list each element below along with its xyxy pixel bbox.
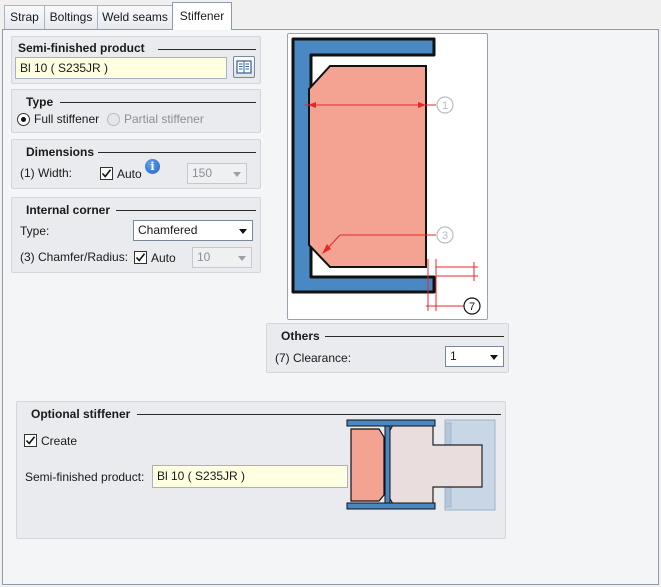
others-title: Others [281, 329, 320, 343]
dimensions-title: Dimensions [26, 145, 95, 159]
group-divider [137, 414, 501, 415]
chamfer-radius-label: (3) Chamfer/Radius: [20, 250, 129, 264]
create-label: Create [41, 434, 78, 448]
semi-finished-group: Semi-finished product Bl 10 ( S235JR ) [11, 36, 261, 84]
chamfer-value: 10 [197, 250, 211, 264]
info-icon[interactable]: i [145, 159, 160, 174]
chevron-down-icon [239, 229, 247, 234]
others-group: Others (7) Clearance: 1 [266, 323, 509, 373]
group-divider [60, 102, 256, 103]
width-auto-checkbox[interactable] [100, 167, 113, 180]
catalog-icon [236, 60, 252, 74]
group-divider [325, 336, 504, 337]
chamfer-dropdown[interactable]: 10 [192, 247, 252, 268]
partial-stiffener-label: Partial stiffener [124, 112, 204, 126]
marker-1: 1 [442, 100, 448, 112]
semi-finished-title: Semi-finished product [18, 41, 145, 55]
tab-boltings[interactable]: Boltings [44, 5, 98, 29]
optional-stiffener-preview [346, 419, 496, 511]
type-group: Type Full stiffener Partial stiffener [11, 89, 261, 133]
tab-weld-seams[interactable]: Weld seams [97, 5, 173, 29]
chamfer-auto-label: Auto [151, 251, 176, 265]
optional-stiffener-title: Optional stiffener [31, 407, 131, 421]
optional-product-field[interactable]: Bl 10 ( S235JR ) [152, 465, 348, 488]
internal-corner-title: Internal corner [26, 203, 111, 217]
chevron-down-icon [490, 355, 498, 360]
width-dropdown[interactable]: 150 [187, 163, 247, 184]
channel-section-drawing: 1 3 7 [291, 37, 481, 315]
stiffener-page: Semi-finished product Bl 10 ( S235JR ) T… [2, 29, 659, 585]
optional-product-label: Semi-finished product: [25, 470, 145, 484]
width-auto-label: Auto [117, 167, 142, 181]
clearance-dropdown[interactable]: 1 [445, 346, 504, 367]
type-title: Type [26, 95, 54, 109]
full-stiffener-label: Full stiffener [34, 112, 100, 126]
clearance-label: (7) Clearance: [275, 351, 352, 365]
corner-type-value: Chamfered [138, 223, 198, 237]
internal-corner-group: Internal corner Type: Chamfered (3) Cham… [11, 197, 261, 273]
group-divider [116, 210, 256, 211]
corner-type-label: Type: [20, 224, 50, 238]
semi-finished-field[interactable]: Bl 10 ( S235JR ) [15, 57, 227, 79]
marker-7: 7 [469, 301, 475, 313]
catalog-button[interactable] [233, 56, 255, 78]
clearance-value: 1 [450, 349, 457, 363]
tab-stiffener[interactable]: Stiffener [172, 2, 232, 30]
group-divider [158, 49, 256, 50]
create-checkbox[interactable] [24, 434, 37, 447]
width-value: 150 [192, 166, 213, 180]
chamfer-auto-checkbox[interactable] [134, 251, 147, 264]
optional-stiffener-group: Optional stiffener Create Semi-finished … [16, 401, 506, 539]
group-divider [98, 152, 256, 153]
full-stiffener-radio[interactable] [17, 113, 30, 126]
chevron-down-icon [238, 256, 246, 261]
width-label: (1) Width: [20, 166, 73, 180]
corner-type-dropdown[interactable]: Chamfered [133, 220, 253, 241]
dimensions-group: Dimensions (1) Width: Auto i 150 [11, 139, 261, 189]
tab-strap[interactable]: Strap [4, 5, 45, 29]
chevron-down-icon [233, 172, 241, 177]
stiffener-diagram: 1 3 7 [287, 33, 488, 320]
marker-3: 3 [442, 230, 448, 242]
partial-stiffener-radio[interactable] [107, 113, 120, 126]
